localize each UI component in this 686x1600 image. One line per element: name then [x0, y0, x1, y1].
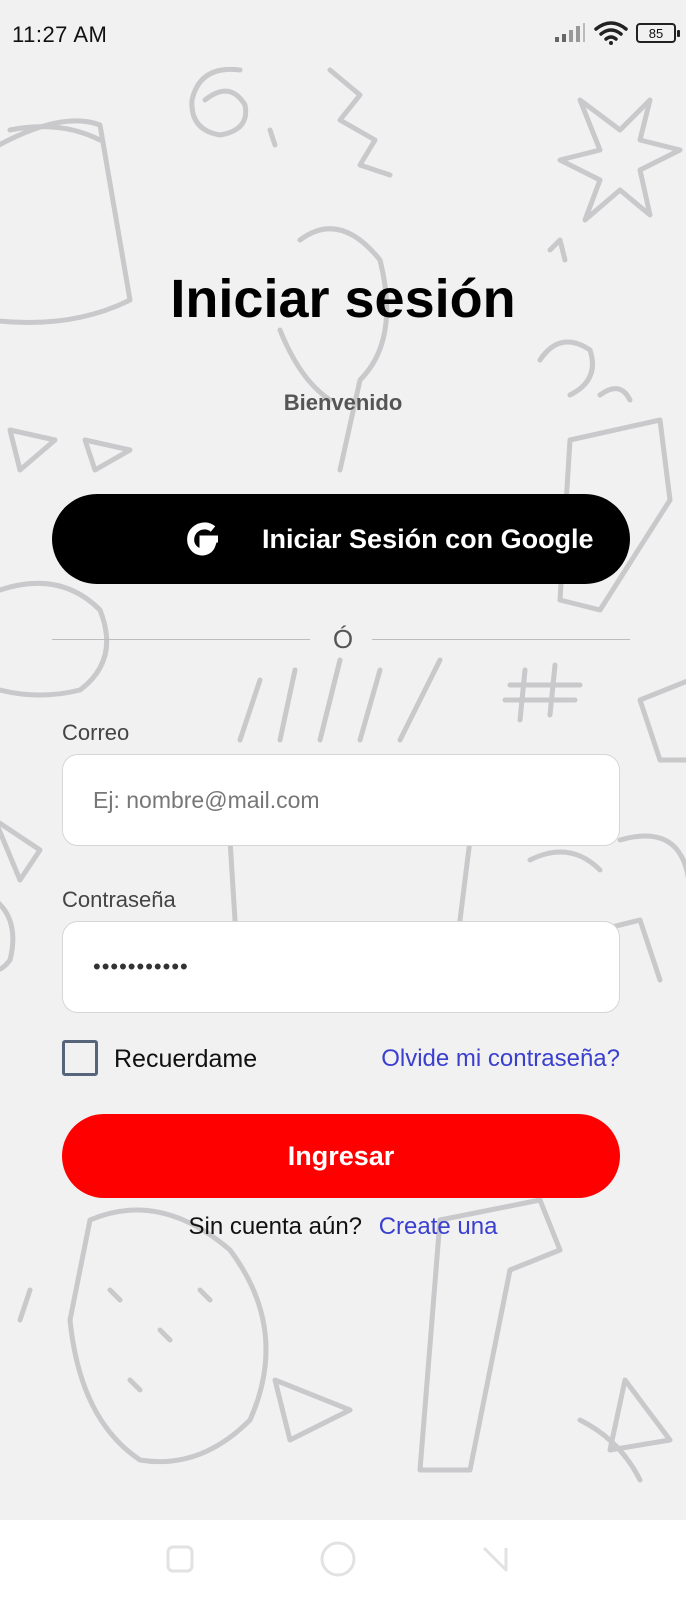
divider-line-right — [372, 639, 630, 640]
status-bar: 11:27 AM 85 — [0, 0, 686, 64]
remember-me-label[interactable]: Recuerdame — [114, 1045, 257, 1074]
login-screen: Iniciar sesión Bienvenido Iniciar Sesión… — [0, 0, 686, 1520]
create-account-link[interactable]: Create una — [379, 1213, 498, 1240]
email-input[interactable] — [93, 755, 593, 845]
remember-me-checkbox[interactable] — [62, 1040, 98, 1076]
back-triangle-icon[interactable] — [480, 1544, 510, 1574]
divider-text: Ó — [332, 624, 354, 654]
wifi-icon — [594, 21, 628, 45]
status-icons: 85 — [554, 20, 680, 46]
google-sign-in-button[interactable]: Iniciar Sesión con Google — [52, 494, 630, 584]
google-icon — [187, 522, 218, 556]
signup-row: Sin cuenta aún? Create una — [0, 1213, 686, 1241]
password-label: Contraseña — [62, 887, 176, 912]
email-field[interactable] — [62, 754, 620, 846]
signup-prompt: Sin cuenta aún? — [188, 1213, 363, 1240]
divider-line-left — [52, 639, 310, 640]
welcome-subtitle: Bienvenido — [283, 390, 403, 415]
status-time: 11:27 AM — [12, 22, 108, 47]
system-nav-bar — [0, 1520, 686, 1600]
forgot-password-link[interactable]: Olvide mi contraseña? — [381, 1045, 620, 1073]
home-circle-icon[interactable] — [319, 1540, 357, 1578]
email-label: Correo — [62, 720, 130, 745]
password-input[interactable]: ••••••••••• — [93, 922, 189, 1012]
recents-square-icon[interactable] — [165, 1544, 195, 1574]
login-button[interactable]: Ingresar — [62, 1114, 620, 1198]
password-field[interactable]: ••••••••••• — [62, 921, 620, 1013]
google-sign-in-label: Iniciar Sesión con Google — [262, 524, 594, 554]
battery-icon: 85 — [636, 23, 680, 43]
battery-level: 85 — [648, 25, 664, 41]
signal-icon — [555, 23, 585, 42]
login-button-label: Ingresar — [287, 1140, 395, 1171]
page-title: Iniciar sesión — [170, 269, 516, 329]
